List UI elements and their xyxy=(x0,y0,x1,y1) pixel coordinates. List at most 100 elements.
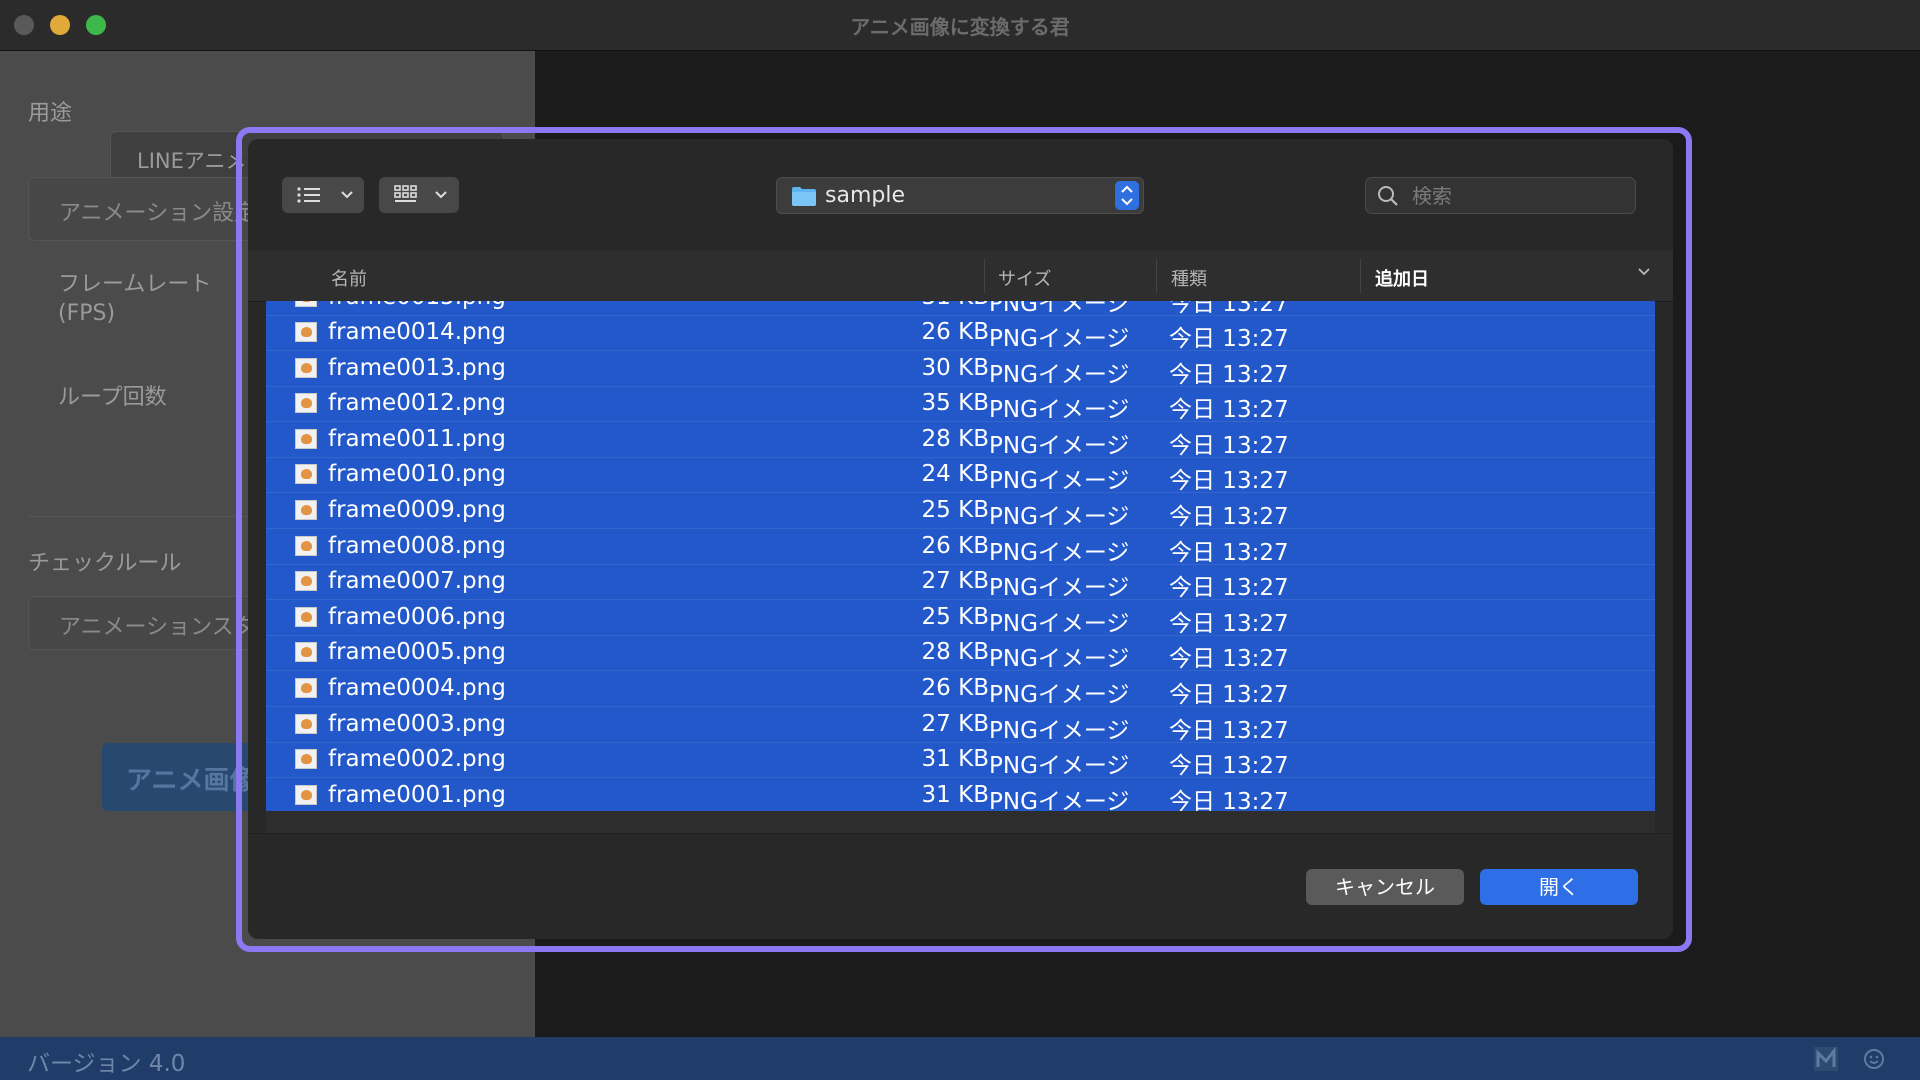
window-title: アニメ画像に変換する君 xyxy=(850,15,1070,39)
check-rule-label: チェックルール xyxy=(28,551,182,576)
file-row[interactable]: frame0013.png 30 KB PNGイメージ 今日 13:27 xyxy=(266,351,1655,388)
file-size: 31 KB xyxy=(866,301,989,310)
file-name: frame0008.png xyxy=(328,532,506,559)
loop-count-label: ループ回数 xyxy=(58,385,167,410)
chevron-down-icon[interactable] xyxy=(1637,267,1651,277)
file-date-added: 今日 13:27 xyxy=(1169,539,1289,566)
location-stepper[interactable] xyxy=(1115,181,1139,210)
open-button[interactable]: 開く xyxy=(1480,869,1638,905)
status-bar: バージョン 4.0 xyxy=(0,1037,1920,1080)
file-row[interactable]: frame0011.png 28 KB PNGイメージ 今日 13:27 xyxy=(266,422,1655,459)
file-row[interactable]: frame0012.png 35 KB PNGイメージ 今日 13:27 xyxy=(266,386,1655,424)
file-date-added: 今日 13:27 xyxy=(1169,504,1289,530)
grid-view-icon xyxy=(394,185,417,202)
file-kind: PNGイメージ xyxy=(989,468,1130,495)
search-input[interactable] xyxy=(1410,182,1624,210)
open-file-dialog: sample 名前 サイズ 種類 追加日 frame0015.png xyxy=(248,139,1673,939)
file-date-added: 今日 13:27 xyxy=(1169,361,1289,388)
file-name: frame0002.png xyxy=(328,746,506,773)
png-file-icon xyxy=(295,322,317,342)
file-date-added: 今日 13:27 xyxy=(1169,468,1289,495)
png-file-icon xyxy=(295,500,317,520)
column-header-row: 名前 サイズ 種類 追加日 xyxy=(248,251,1673,302)
list-view-icon xyxy=(297,187,320,203)
up-down-chevron-icon xyxy=(1121,185,1133,206)
file-size: 27 KB xyxy=(921,568,989,595)
column-divider xyxy=(1360,259,1361,293)
file-row[interactable]: frame0009.png 25 KB PNGイメージ 今日 13:27 xyxy=(266,493,1655,530)
location-name: sample xyxy=(825,183,905,208)
file-kind: PNGイメージ xyxy=(989,575,1130,602)
cancel-button[interactable]: キャンセル xyxy=(1306,869,1464,905)
smiley-icon[interactable] xyxy=(1860,1045,1888,1073)
search-field[interactable] xyxy=(1365,177,1636,214)
file-date-added: 今日 13:27 xyxy=(1169,575,1289,602)
grid-view-button[interactable] xyxy=(379,177,459,213)
file-size: 35 KB xyxy=(921,390,989,417)
file-row[interactable]: frame0004.png 26 KB PNGイメージ 今日 13:27 xyxy=(266,671,1655,708)
file-size: 26 KB xyxy=(921,319,989,345)
file-kind: PNGイメージ xyxy=(989,753,1130,780)
frame-rate-unit-label: (FPS) xyxy=(58,301,116,326)
png-file-icon xyxy=(295,678,317,698)
file-list[interactable]: frame0015.png 31 KB PNGイメージ 今日 13:27 fra… xyxy=(266,301,1655,811)
file-row[interactable]: frame0002.png 31 KB PNGイメージ 今日 13:27 xyxy=(266,742,1655,780)
file-size: 31 KB xyxy=(921,746,989,773)
png-file-icon xyxy=(295,713,317,734)
png-file-icon xyxy=(295,571,317,592)
file-kind: PNGイメージ xyxy=(989,788,1130,811)
column-divider xyxy=(1156,259,1157,293)
column-date-added-header[interactable]: 追加日 xyxy=(1375,265,1429,291)
column-name-header[interactable]: 名前 xyxy=(331,265,367,291)
divider xyxy=(248,833,1673,834)
column-size-header[interactable]: サイズ xyxy=(998,265,1051,291)
file-kind: PNGイメージ xyxy=(989,610,1130,637)
file-row[interactable]: frame0008.png 26 KB PNGイメージ 今日 13:27 xyxy=(266,529,1655,566)
file-size: 28 KB xyxy=(921,639,989,666)
file-name: frame0013.png xyxy=(328,354,506,381)
png-file-icon xyxy=(295,749,317,770)
search-icon xyxy=(1378,186,1398,206)
file-kind: PNGイメージ xyxy=(989,682,1130,708)
app-logo-icon xyxy=(1814,1046,1838,1071)
file-date-added: 今日 13:27 xyxy=(1169,610,1289,637)
file-size: 25 KB xyxy=(921,603,989,630)
file-date-added: 今日 13:27 xyxy=(1169,432,1289,459)
file-size: 24 KB xyxy=(921,461,989,488)
file-size: 27 KB xyxy=(921,710,989,737)
file-row[interactable]: frame0003.png 27 KB PNGイメージ 今日 13:27 xyxy=(266,707,1655,744)
file-row[interactable]: frame0005.png 28 KB PNGイメージ 今日 13:27 xyxy=(266,635,1655,673)
file-name: frame0004.png xyxy=(328,675,506,701)
column-kind-header[interactable]: 種類 xyxy=(1171,265,1207,291)
file-row-partial[interactable]: frame0015.png 31 KB PNGイメージ 今日 13:27 xyxy=(266,301,1655,317)
png-file-icon xyxy=(295,606,317,627)
png-file-icon xyxy=(295,428,317,449)
file-name: frame0003.png xyxy=(328,710,506,737)
file-size: 25 KB xyxy=(921,497,989,523)
file-date-added: 今日 13:27 xyxy=(1169,753,1289,780)
file-kind: PNGイメージ xyxy=(989,504,1130,530)
file-row[interactable]: frame0006.png 25 KB PNGイメージ 今日 13:27 xyxy=(266,600,1655,637)
file-name: frame0010.png xyxy=(328,461,506,488)
list-view-button[interactable] xyxy=(282,177,364,213)
column-divider xyxy=(984,259,985,293)
file-row[interactable]: frame0007.png 27 KB PNGイメージ 今日 13:27 xyxy=(266,564,1655,602)
file-date-added: 今日 13:27 xyxy=(1169,717,1289,744)
chevron-down-icon xyxy=(341,191,353,199)
file-name: frame0011.png xyxy=(328,425,506,452)
png-file-icon xyxy=(295,357,317,378)
file-date-added: 今日 13:27 xyxy=(1169,646,1289,673)
location-popup[interactable]: sample xyxy=(776,177,1144,214)
file-size: 31 KB xyxy=(921,781,989,808)
file-date-added: 今日 13:27 xyxy=(1169,326,1289,352)
file-row[interactable]: frame0010.png 24 KB PNGイメージ 今日 13:27 xyxy=(266,457,1655,495)
file-kind: PNGイメージ xyxy=(989,361,1130,388)
file-size: 30 KB xyxy=(921,354,989,381)
file-size: 26 KB xyxy=(921,675,989,701)
file-row[interactable]: frame0014.png 26 KB PNGイメージ 今日 13:27 xyxy=(266,315,1655,352)
file-row[interactable]: frame0001.png 31 KB PNGイメージ 今日 13:27 xyxy=(266,778,1655,811)
file-kind: PNGイメージ xyxy=(989,432,1130,459)
chevron-down-icon xyxy=(435,191,447,199)
list-bottom-gap xyxy=(266,811,1655,833)
file-date-added: 今日 13:27 xyxy=(1169,397,1289,424)
